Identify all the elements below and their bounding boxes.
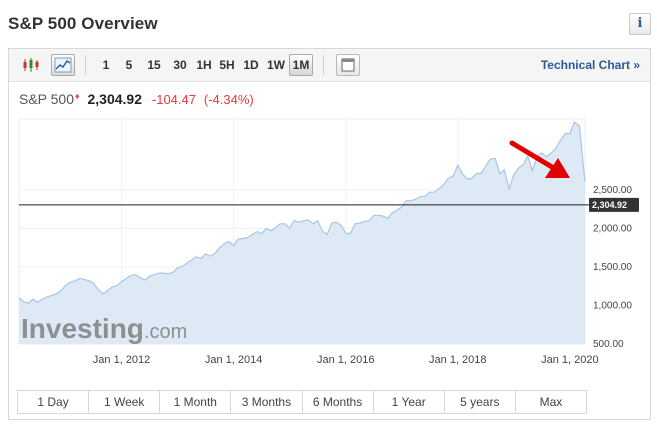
watermark-suffix: .com [144, 321, 187, 343]
interval-15min[interactable]: 15 [144, 54, 164, 76]
y-tick-label: 1,000.00 [593, 300, 632, 311]
chart-panel: 1 5 15 30 1H 5H 1D 1W 1M Technical Chart… [8, 48, 651, 420]
toolbar-separator [85, 55, 86, 75]
price-chart[interactable]: Jan 1, 2012 Jan 1, 2014 Jan 1, 2016 Jan 1, … [9, 115, 650, 387]
watermark-brand: Investing [21, 313, 144, 344]
instrument-name: S&P 500 [19, 91, 75, 107]
interval-30min[interactable]: 30 [170, 54, 190, 76]
interval-5min[interactable]: 5 [122, 54, 136, 76]
interval-1m[interactable]: 1M [289, 54, 313, 76]
y-tick-label: 2,000.00 [593, 223, 632, 234]
interval-5h[interactable]: 5H [217, 54, 237, 76]
range-5-years[interactable]: 5 years [445, 391, 516, 413]
x-axis-labels: Jan 1, 2012 Jan 1, 2014 Jan 1, 2016 Jan 1, … [93, 354, 599, 366]
info-button[interactable]: i [629, 13, 651, 35]
y-tick-label: 2,500.00 [593, 185, 632, 196]
range-1-month[interactable]: 1 Month [160, 391, 232, 413]
price-change: -104.47 [151, 92, 196, 107]
page-title: S&P 500 Overview [8, 14, 158, 33]
candlestick-chart-icon[interactable] [19, 54, 43, 76]
range-1-week[interactable]: 1 Week [89, 391, 161, 413]
current-price-tag: 2,304.92 [589, 197, 639, 212]
range-1-year[interactable]: 1 Year [374, 391, 445, 413]
x-tick-label: Jan 1, 2014 [205, 354, 263, 366]
y-tick-label: 1,500.00 [593, 262, 632, 273]
window-icon[interactable] [336, 54, 360, 76]
area-chart-icon[interactable] [51, 54, 75, 76]
quote-line: S&P 500♦ 2,304.92 -104.47 (-4.34%) [19, 91, 254, 107]
range-6-months[interactable]: 6 Months [303, 391, 374, 413]
overview-header: S&P 500 Overview i [0, 0, 657, 46]
x-tick-label: Jan 1, 2012 [93, 354, 151, 366]
technical-chart-link[interactable]: Technical Chart » [541, 58, 640, 72]
range-1-day[interactable]: 1 Day [18, 391, 90, 413]
x-tick-label: Jan 1, 2016 [317, 354, 375, 366]
range-selector: 1 Day 1 Week 1 Month 3 Months 6 Months 1… [17, 390, 587, 414]
range-3-months[interactable]: 3 Months [231, 391, 303, 413]
interval-1d[interactable]: 1D [241, 54, 261, 76]
current-price-label: 2,304.92 [592, 200, 627, 210]
x-tick-label: Jan 1, 2018 [429, 354, 487, 366]
interval-1h[interactable]: 1H [194, 54, 214, 76]
y-tick-label: 500.00 [593, 339, 624, 350]
last-price: 2,304.92 [87, 91, 143, 107]
realtime-marker-icon: ♦ [75, 91, 80, 101]
price-change-percent: (-4.34%) [203, 92, 254, 107]
x-tick-label: Jan 1, 2020 [541, 354, 599, 366]
range-max[interactable]: Max [516, 391, 586, 413]
toolbar-separator [323, 55, 324, 75]
interval-1min[interactable]: 1 [99, 54, 113, 76]
chart-toolbar: 1 5 15 30 1H 5H 1D 1W 1M Technical Chart… [9, 49, 650, 82]
interval-1w[interactable]: 1W [264, 54, 288, 76]
